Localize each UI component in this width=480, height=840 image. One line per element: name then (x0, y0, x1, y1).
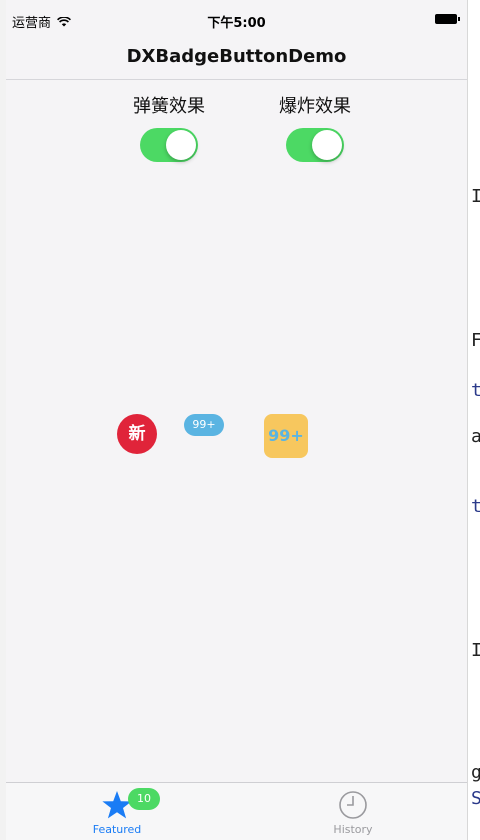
spring-effect-label: 弹簧效果 (133, 96, 205, 117)
tab-badge: 10 (128, 788, 160, 810)
toggle-knob (166, 130, 196, 160)
explosion-effect-label: 爆炸效果 (279, 96, 351, 117)
spring-effect-group: 弹簧效果 (114, 92, 224, 162)
background-editor-right (468, 0, 480, 840)
count-pill-badge[interactable]: 99+ (184, 414, 224, 436)
explosion-effect-toggle[interactable] (286, 128, 344, 162)
new-badge-button[interactable]: 新 (117, 414, 157, 454)
page-title: DXBadgeButtonDemo (126, 46, 347, 67)
background-text-fragment: t (471, 380, 480, 401)
background-text-fragment: S (471, 788, 480, 809)
background-text-fragment: g (471, 762, 480, 783)
toggle-knob (312, 130, 342, 160)
count-square-badge[interactable]: 99+ (264, 414, 308, 458)
explosion-effect-group: 爆炸效果 (260, 92, 370, 162)
background-text-fragment: a (471, 426, 480, 447)
background-text-fragment: t (471, 496, 480, 517)
background-text-fragment: F (471, 330, 480, 351)
status-time: 下午5:00 (207, 16, 266, 31)
tab-featured[interactable]: Featured 10 (72, 788, 162, 836)
tab-bar: Featured 10 History (6, 782, 467, 840)
status-bar: 运营商 下午5:00 (6, 0, 467, 40)
battery-icon (435, 14, 460, 24)
clock-icon (337, 789, 369, 821)
simulator-screen: 运营商 下午5:00 DXBadgeButtonDemo 弹簧效果 爆炸效果 新… (6, 0, 468, 840)
tab-history-label: History (333, 823, 373, 836)
navigation-bar: DXBadgeButtonDemo (6, 36, 467, 80)
tab-history[interactable]: History (308, 789, 398, 836)
spring-effect-toggle[interactable] (140, 128, 198, 162)
background-text-fragment: I (471, 640, 480, 661)
tab-featured-label: Featured (92, 823, 142, 836)
background-text-fragment: I (471, 186, 480, 207)
